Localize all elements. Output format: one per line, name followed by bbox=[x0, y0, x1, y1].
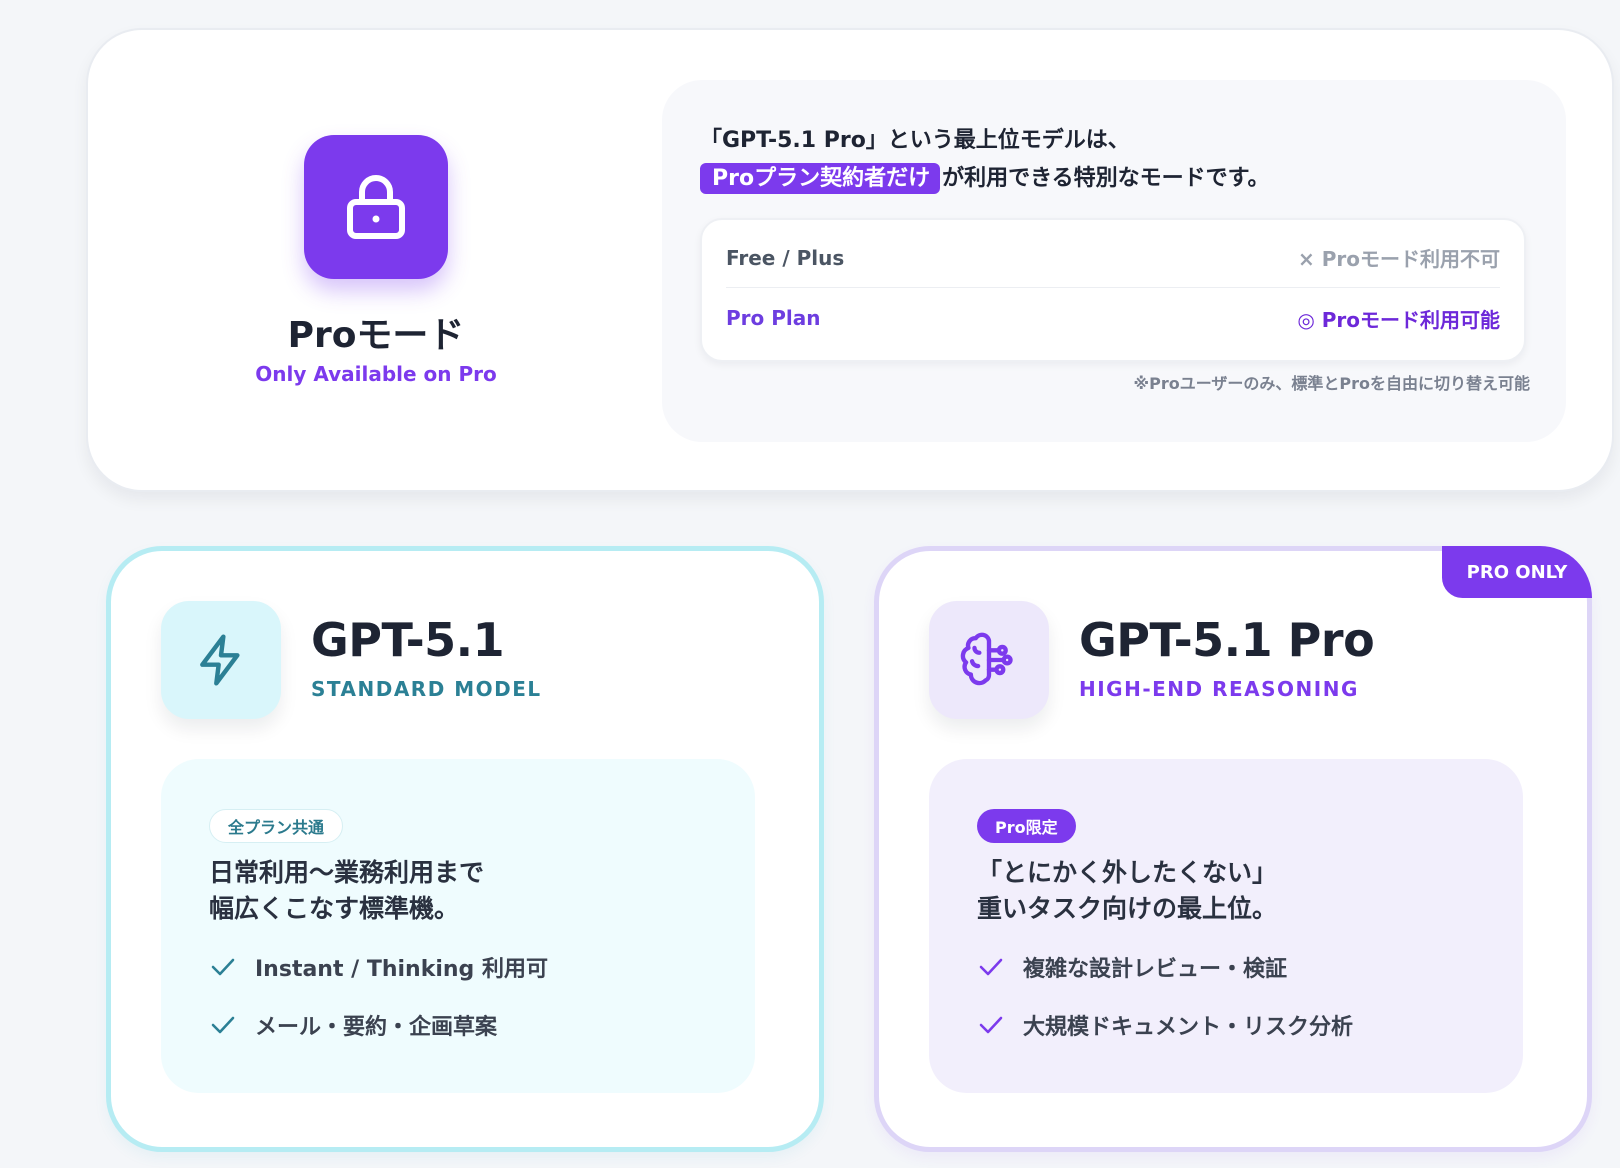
info-panel: 「GPT-5.1 Pro」という最上位モデルは、 Proプラン契約者だけ が利用で… bbox=[662, 80, 1566, 442]
lead-text: 「GPT-5.1 Pro」という最上位モデルは、 Proプラン契約者だけ が利用で… bbox=[700, 122, 1520, 198]
lightning-icon bbox=[200, 634, 240, 686]
check-icon bbox=[209, 1011, 237, 1039]
model-title: GPT-5.1 Pro bbox=[1079, 613, 1375, 667]
plan-row-free-plus: Free / Plus × Proモード利用不可 bbox=[726, 228, 1500, 288]
lock-icon bbox=[347, 175, 405, 239]
feature-label: Instant / Thinking 利用可 bbox=[255, 957, 548, 982]
description-line-2: 幅広くこなす標準機。 bbox=[209, 894, 460, 923]
model-subtitle: HIGH-END REASONING bbox=[1079, 677, 1359, 701]
feature-label: 複雑な設計レビュー・検証 bbox=[1023, 957, 1288, 982]
feature-item: Instant / Thinking 利用可 bbox=[209, 949, 548, 985]
plan-row-pro: Pro Plan ◎ Proモード利用可能 bbox=[726, 288, 1500, 348]
lead-line-1: 「GPT-5.1 Pro」という最上位モデルは、 bbox=[700, 128, 1130, 153]
description-line-2: 重いタスク向けの最上位。 bbox=[977, 894, 1278, 923]
feature-box: Pro限定 「とにかく外したくない」 重いタスク向けの最上位。 複雑な設計レビュ… bbox=[929, 759, 1523, 1093]
feature-item: 複雑な設計レビュー・検証 bbox=[977, 949, 1287, 985]
feature-label: 大規模ドキュメント・リスク分析 bbox=[1023, 1015, 1354, 1040]
description-line-1: 「とにかく外したくない」 bbox=[977, 858, 1278, 887]
standard-icon-tile bbox=[161, 601, 281, 719]
lead-line-2-rest: が利用できる特別なモードです。 bbox=[942, 166, 1270, 191]
check-icon bbox=[209, 953, 237, 981]
plan-status: × Proモード利用不可 bbox=[1298, 247, 1500, 271]
standard-model-card: GPT-5.1 STANDARD MODEL 全プラン共通 日常利用〜業務利用ま… bbox=[106, 546, 824, 1152]
pro-mode-subtitle: Only Available on Pro bbox=[255, 362, 497, 386]
model-subtitle: STANDARD MODEL bbox=[311, 677, 542, 701]
model-title: GPT-5.1 bbox=[311, 613, 505, 667]
check-icon bbox=[977, 1011, 1005, 1039]
pro-model-card: PRO ONLY GPT-5.1 Pro HIGH-END REASONING … bbox=[874, 546, 1592, 1152]
footnote: ※Proユーザーのみ、標準とProを自由に切り替え可能 bbox=[1133, 374, 1530, 393]
lead-line-2: Proプラン契約者だけ が利用できる特別なモードです。 bbox=[700, 160, 1520, 198]
pro-only-badge: PRO ONLY bbox=[1442, 546, 1592, 598]
description-line-1: 日常利用〜業務利用まで bbox=[209, 858, 485, 887]
plan-comparison-table: Free / Plus × Proモード利用不可 Pro Plan ◎ Proモ… bbox=[700, 218, 1526, 362]
plan-name: Pro Plan bbox=[726, 306, 821, 330]
feature-label: メール・要約・企画草案 bbox=[255, 1015, 498, 1040]
pro-mode-title: Proモード bbox=[287, 315, 465, 356]
pro-icon-tile bbox=[929, 601, 1049, 719]
feature-item: 大規模ドキュメント・リスク分析 bbox=[977, 1007, 1353, 1043]
feature-box: 全プラン共通 日常利用〜業務利用まで 幅広くこなす標準機。 Instant / … bbox=[161, 759, 755, 1093]
model-description: 「とにかく外したくない」 重いタスク向けの最上位。 bbox=[977, 855, 1477, 927]
plan-badge: Pro限定 bbox=[977, 809, 1076, 843]
brain-icon bbox=[960, 632, 1013, 686]
pro-mode-card: Proモード Only Available on Pro 「GPT-5.1 Pr… bbox=[86, 28, 1614, 492]
check-icon bbox=[977, 953, 1005, 981]
lock-tile bbox=[304, 135, 448, 279]
model-description: 日常利用〜業務利用まで 幅広くこなす標準機。 bbox=[209, 855, 709, 927]
lead-highlight: Proプラン契約者だけ bbox=[700, 163, 941, 194]
plan-name: Free / Plus bbox=[726, 245, 845, 270]
feature-item: メール・要約・企画草案 bbox=[209, 1007, 497, 1043]
plan-badge: 全プラン共通 bbox=[209, 809, 344, 843]
plan-status: ◎ Proモード利用可能 bbox=[1297, 307, 1500, 332]
